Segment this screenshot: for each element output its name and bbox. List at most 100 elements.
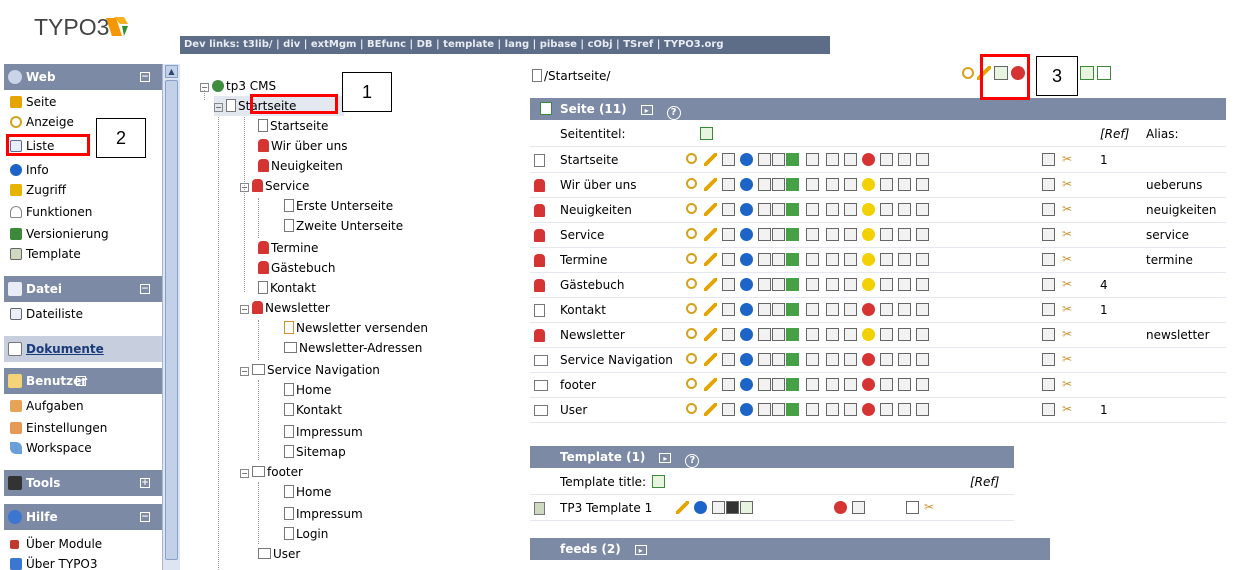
tree-node[interactable]: − Newsletter [240, 298, 330, 318]
lock-icon[interactable] [786, 378, 799, 391]
hide-icon[interactable] [862, 253, 875, 266]
version-icon[interactable] [772, 403, 785, 416]
tree-node[interactable]: Kontakt [284, 400, 342, 420]
move-icon[interactable] [722, 228, 735, 241]
history-icon[interactable] [758, 228, 771, 241]
move-right-icon[interactable] [916, 153, 929, 166]
history-icon[interactable] [758, 153, 771, 166]
tree-node[interactable]: Login [284, 524, 328, 544]
copy-icon[interactable] [1042, 153, 1055, 166]
hide-icon[interactable] [862, 228, 875, 241]
copy-icon[interactable] [1042, 328, 1055, 341]
hide-icon[interactable] [862, 178, 875, 191]
version-icon[interactable] [772, 278, 785, 291]
collapse-icon[interactable]: − [240, 469, 249, 478]
new-record-icon[interactable] [806, 378, 819, 391]
delete-icon[interactable] [880, 278, 893, 291]
move-down-icon[interactable] [844, 378, 857, 391]
cut-icon[interactable]: ✂ [924, 501, 937, 514]
copy-icon[interactable] [1042, 228, 1055, 241]
move-left-icon[interactable] [898, 353, 911, 366]
version-icon[interactable] [772, 353, 785, 366]
move-down-icon[interactable] [844, 278, 857, 291]
hide-icon[interactable] [862, 278, 875, 291]
new-record-icon[interactable] [652, 475, 665, 488]
version-icon[interactable] [772, 253, 785, 266]
copy-icon[interactable] [1042, 278, 1055, 291]
move-right-icon[interactable] [916, 253, 929, 266]
cut-icon[interactable]: ✂ [1062, 228, 1075, 241]
move-icon[interactable] [722, 328, 735, 341]
lock-icon[interactable] [786, 203, 799, 216]
lock-icon[interactable] [786, 153, 799, 166]
lock-icon[interactable] [786, 278, 799, 291]
move-left-icon[interactable] [898, 153, 911, 166]
hide-icon[interactable] [862, 203, 875, 216]
module-item-seite[interactable]: Seite [4, 92, 162, 112]
module-item-info[interactable]: Info [4, 160, 162, 180]
cut-icon[interactable]: ✂ [1062, 303, 1075, 316]
move-up-icon[interactable] [826, 403, 839, 416]
move-right-icon[interactable] [916, 203, 929, 216]
hide-icon[interactable] [862, 403, 875, 416]
tree-node[interactable]: Sitemap [284, 442, 346, 462]
table-row[interactable]: Gästebuch ✂ 4 [530, 273, 1226, 298]
expand-table-icon[interactable]: ▸ [659, 453, 672, 463]
move-right-icon[interactable] [916, 403, 929, 416]
tree-node[interactable]: Startseite [258, 116, 328, 136]
version-icon[interactable] [772, 153, 785, 166]
module-item-funktionen[interactable]: Funktionen [4, 202, 162, 222]
tree-node[interactable]: Wir über uns [258, 136, 348, 156]
pencil-icon[interactable] [704, 178, 717, 191]
history-icon[interactable] [758, 278, 771, 291]
module-item-einstellungen[interactable]: Einstellungen [4, 418, 162, 438]
module-group-tools[interactable]: Tools + [4, 470, 162, 496]
tree-node[interactable]: − footer [240, 462, 303, 482]
lock-icon[interactable] [786, 303, 799, 316]
module-menu-scrollbar[interactable]: ▲ [162, 64, 180, 570]
move-left-icon[interactable] [898, 303, 911, 316]
info-icon[interactable] [694, 501, 707, 514]
hide-icon[interactable] [862, 303, 875, 316]
pencil-icon[interactable] [704, 153, 717, 166]
pencil-icon[interactable] [704, 253, 717, 266]
new-record-icon[interactable] [806, 303, 819, 316]
new-record-icon[interactable] [806, 353, 819, 366]
module-item-workspace[interactable]: Workspace [4, 438, 162, 458]
move-up-icon[interactable] [826, 353, 839, 366]
cut-icon[interactable]: ✂ [1062, 353, 1075, 366]
history-icon[interactable] [758, 303, 771, 316]
table-row[interactable]: footer ✂ [530, 373, 1226, 398]
delete-icon[interactable] [880, 353, 893, 366]
history-icon[interactable] [758, 353, 771, 366]
hide-icon[interactable] [862, 378, 875, 391]
new-record-icon[interactable] [806, 253, 819, 266]
pencil-icon[interactable] [704, 278, 717, 291]
copy-icon[interactable] [1042, 178, 1055, 191]
cut-icon[interactable]: ✂ [1062, 278, 1075, 291]
table-row[interactable]: Termine ✂ termine [530, 248, 1226, 273]
tree-node[interactable]: Impressum [284, 504, 363, 524]
module-group-benutzer[interactable]: Benutzer − [4, 368, 162, 394]
magnifier-icon[interactable] [686, 328, 697, 339]
table-row[interactable]: Newsletter ✂ newsletter [530, 323, 1226, 348]
tree-node[interactable]: Impressum [284, 422, 363, 442]
module-group-datei[interactable]: Datei − [4, 276, 162, 302]
move-down-icon[interactable] [844, 203, 857, 216]
table-row[interactable]: Neuigkeiten ✂ neuigkeiten [530, 198, 1226, 223]
move-icon[interactable] [722, 303, 735, 316]
move-icon[interactable] [722, 203, 735, 216]
hide-icon[interactable] [834, 501, 847, 514]
collapse-icon[interactable]: − [240, 367, 249, 376]
move-down-icon[interactable] [844, 153, 857, 166]
cut-icon[interactable]: ✂ [1062, 328, 1075, 341]
move-up-icon[interactable] [826, 303, 839, 316]
delete-icon[interactable] [880, 178, 893, 191]
module-item-ueber-module[interactable]: Über Module [4, 534, 162, 554]
lock-icon[interactable] [786, 403, 799, 416]
help-icon[interactable]: ? [685, 454, 700, 468]
move-up-icon[interactable] [826, 278, 839, 291]
module-group-hilfe[interactable]: Hilfe − [4, 504, 162, 530]
move-down-icon[interactable] [844, 303, 857, 316]
module-item-ueber-typo3[interactable]: Über TYPO3 [4, 554, 162, 570]
